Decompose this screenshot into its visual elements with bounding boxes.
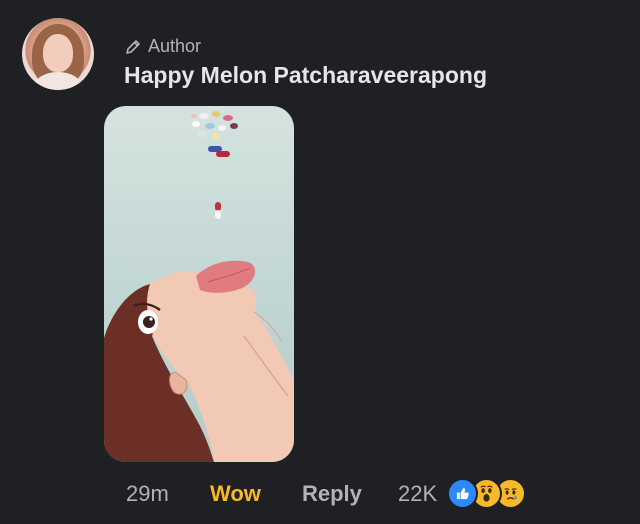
wow-reaction-button[interactable]: Wow (210, 481, 302, 507)
like-icon (447, 478, 479, 509)
avatar-face (43, 34, 73, 72)
timestamp[interactable]: 29m (126, 481, 210, 507)
reaction-count[interactable]: 22K (398, 481, 437, 507)
avatar[interactable] (22, 18, 94, 90)
author-name[interactable]: Happy Melon Patcharaveerapong (124, 62, 487, 89)
attached-image[interactable] (104, 106, 294, 462)
author-badge-label: Author (148, 36, 202, 56)
pen-icon (124, 38, 142, 56)
comment: Author Happy Melon Patcharaveerapong 29m… (0, 0, 640, 524)
falling-capsule (215, 202, 221, 219)
comment-actions: 29m Wow Reply 22K (126, 478, 527, 509)
reply-button[interactable]: Reply (302, 481, 398, 507)
pill-cluster (191, 111, 238, 157)
author-badge: Author (124, 36, 201, 57)
reaction-summary[interactable] (447, 478, 527, 509)
illustration (104, 111, 294, 462)
